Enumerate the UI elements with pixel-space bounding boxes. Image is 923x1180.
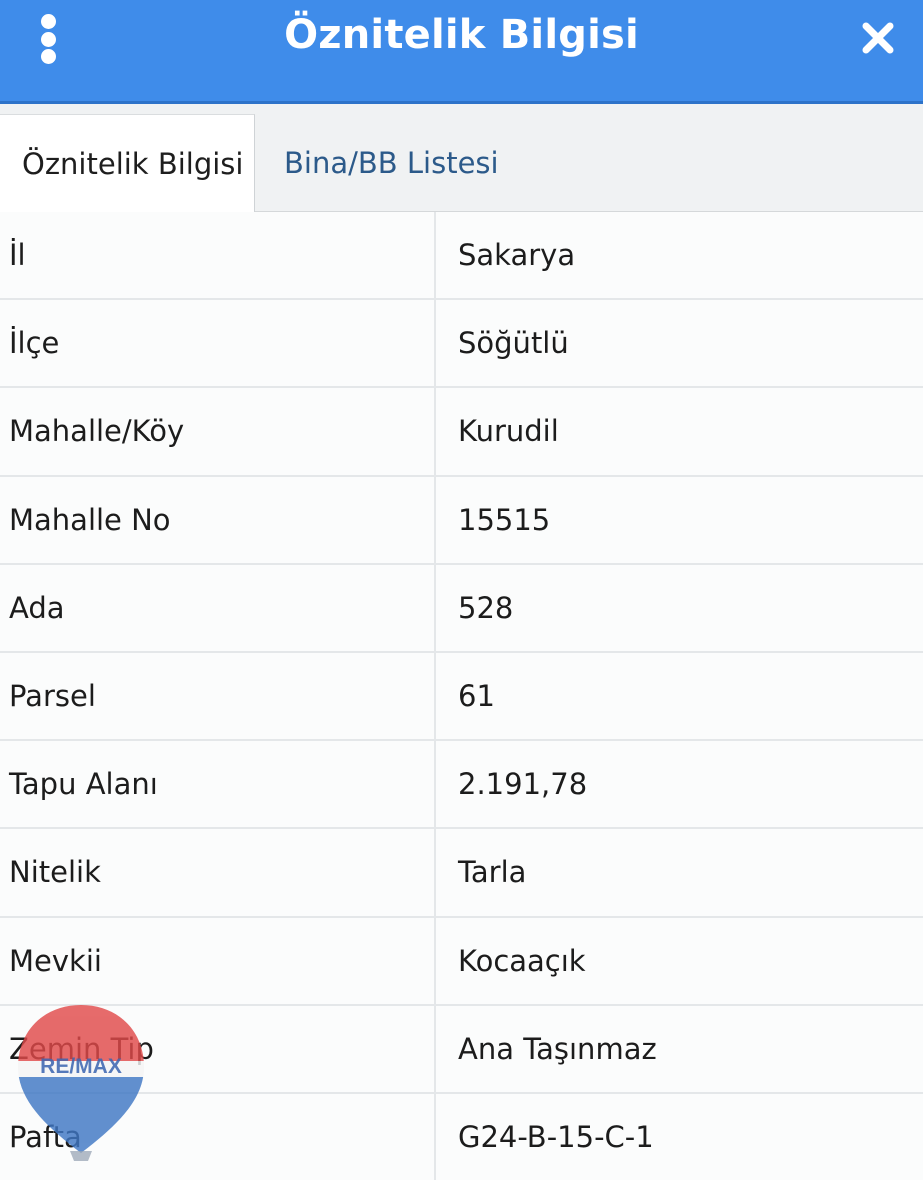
table-row: Mahalle/Köy Kurudil xyxy=(0,388,923,477)
attribute-key: Tapu Alanı xyxy=(0,741,436,828)
attribute-key: Mahalle No xyxy=(0,476,436,563)
attribute-value: 61 xyxy=(458,679,495,714)
attribute-key: Nitelik xyxy=(0,829,436,916)
svg-text:RE/MAX: RE/MAX xyxy=(40,1055,122,1078)
attribute-value: Söğütlü xyxy=(458,326,569,361)
close-icon[interactable] xyxy=(858,18,898,58)
attribute-key: Mevkii xyxy=(0,917,436,1004)
table-row: Parsel 61 xyxy=(0,652,923,742)
attribute-key: Ada xyxy=(0,564,436,651)
attribute-key: İlçe xyxy=(0,300,436,387)
table-row: İl Sakarya xyxy=(0,212,923,301)
tab-oznitelik-bilgisi[interactable]: Öznitelik Bilgisi xyxy=(0,114,255,213)
attribute-value: G24-B-15-C-1 xyxy=(458,1119,654,1154)
attribute-key: İl xyxy=(0,212,436,299)
attribute-value: Kurudil xyxy=(458,414,559,449)
attribute-value: Ana Taşınmaz xyxy=(458,1031,657,1066)
table-row: Tapu Alanı 2.191,78 xyxy=(0,741,923,830)
tab-bar: Öznitelik Bilgisi Bina/BB Listesi xyxy=(0,104,923,213)
dialog-title: Öznitelik Bilgisi xyxy=(284,12,639,58)
attribute-value: Tarla xyxy=(458,855,527,890)
attribute-value: Sakarya xyxy=(458,238,576,273)
tab-bina-bb-listesi[interactable]: Bina/BB Listesi xyxy=(284,114,499,212)
attribute-value: Kocaaçık xyxy=(458,943,586,978)
table-row: Mahalle No 15515 xyxy=(0,476,923,565)
attribute-key: Parsel xyxy=(0,652,436,740)
table-row: Ada 528 xyxy=(0,564,923,653)
dialog-header: Öznitelik Bilgisi xyxy=(0,0,923,104)
table-row: İlçe Söğütlü xyxy=(0,300,923,389)
attribute-value: 15515 xyxy=(458,502,551,537)
table-row: Nitelik Tarla xyxy=(0,829,923,918)
attribute-value: 528 xyxy=(458,590,514,625)
attribute-key: Mahalle/Köy xyxy=(0,388,436,475)
balloon-logo-icon: RE/MAX xyxy=(14,1003,148,1168)
attribute-value: 2.191,78 xyxy=(458,767,588,802)
table-row: Mevkii Kocaaçık xyxy=(0,917,923,1006)
